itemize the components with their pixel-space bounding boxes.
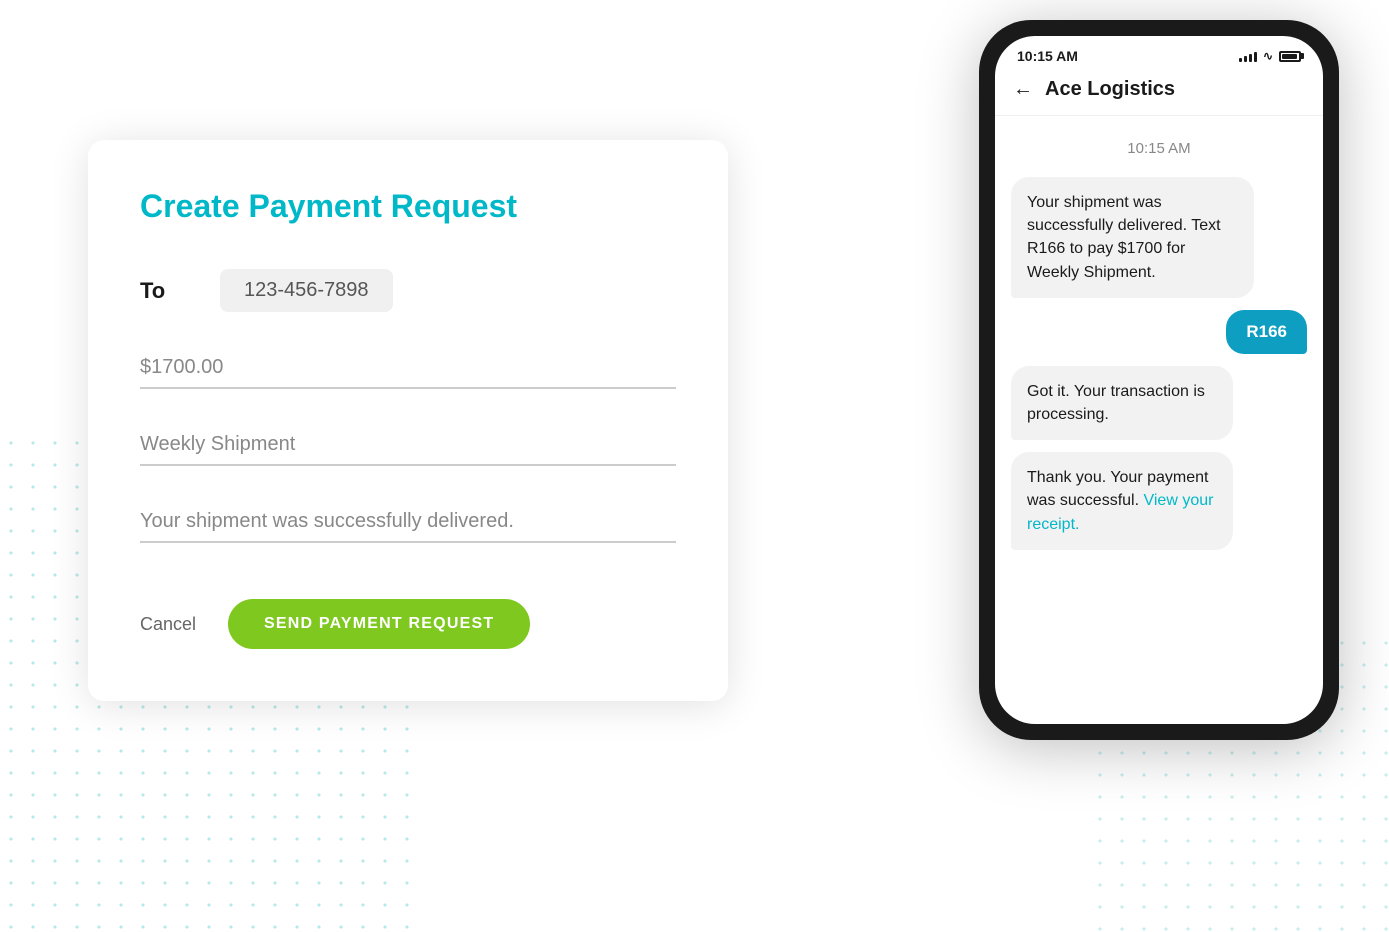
- cancel-button[interactable]: Cancel: [140, 614, 196, 635]
- message-2-text: R166: [1246, 322, 1287, 341]
- description-input[interactable]: [140, 425, 676, 466]
- to-label: To: [140, 278, 200, 304]
- payment-request-card: Create Payment Request To 123-456-7898 C…: [88, 140, 728, 701]
- card-title: Create Payment Request: [140, 188, 676, 225]
- status-icons: ∿: [1239, 49, 1301, 63]
- back-button[interactable]: ←: [1013, 78, 1033, 101]
- chat-name: Ace Logistics: [1045, 78, 1175, 101]
- wifi-icon: ∿: [1263, 49, 1273, 63]
- battery-icon: [1279, 51, 1301, 62]
- message-2: R166: [1226, 310, 1307, 354]
- phone-screen: 10:15 AM ∿ ← Ace Logistics 10:15 AM Your: [995, 36, 1323, 724]
- to-value: 123-456-7898: [220, 269, 393, 312]
- message-3: Got it. Your transaction is processing.: [1011, 366, 1233, 440]
- message-4: Thank you. Your payment was successful. …: [1011, 452, 1233, 550]
- message-3-text: Got it. Your transaction is processing.: [1027, 383, 1205, 423]
- message-1: Your shipment was successfully delivered…: [1011, 177, 1254, 298]
- chat-area: 10:15 AM Your shipment was successfully …: [995, 116, 1323, 724]
- signal-icon: [1239, 50, 1257, 62]
- message-input[interactable]: [140, 502, 676, 543]
- button-row: Cancel SEND PAYMENT REQUEST: [140, 599, 676, 649]
- status-time: 10:15 AM: [1017, 48, 1078, 64]
- status-bar: 10:15 AM ∿: [995, 36, 1323, 70]
- phone-mockup: 10:15 AM ∿ ← Ace Logistics 10:15 AM Your: [979, 20, 1339, 740]
- amount-input[interactable]: [140, 348, 676, 389]
- chat-header: ← Ace Logistics: [995, 70, 1323, 116]
- send-payment-button[interactable]: SEND PAYMENT REQUEST: [228, 599, 530, 649]
- to-row: To 123-456-7898: [140, 269, 676, 312]
- message-1-text: Your shipment was successfully delivered…: [1027, 194, 1221, 281]
- chat-timestamp: 10:15 AM: [1011, 140, 1307, 157]
